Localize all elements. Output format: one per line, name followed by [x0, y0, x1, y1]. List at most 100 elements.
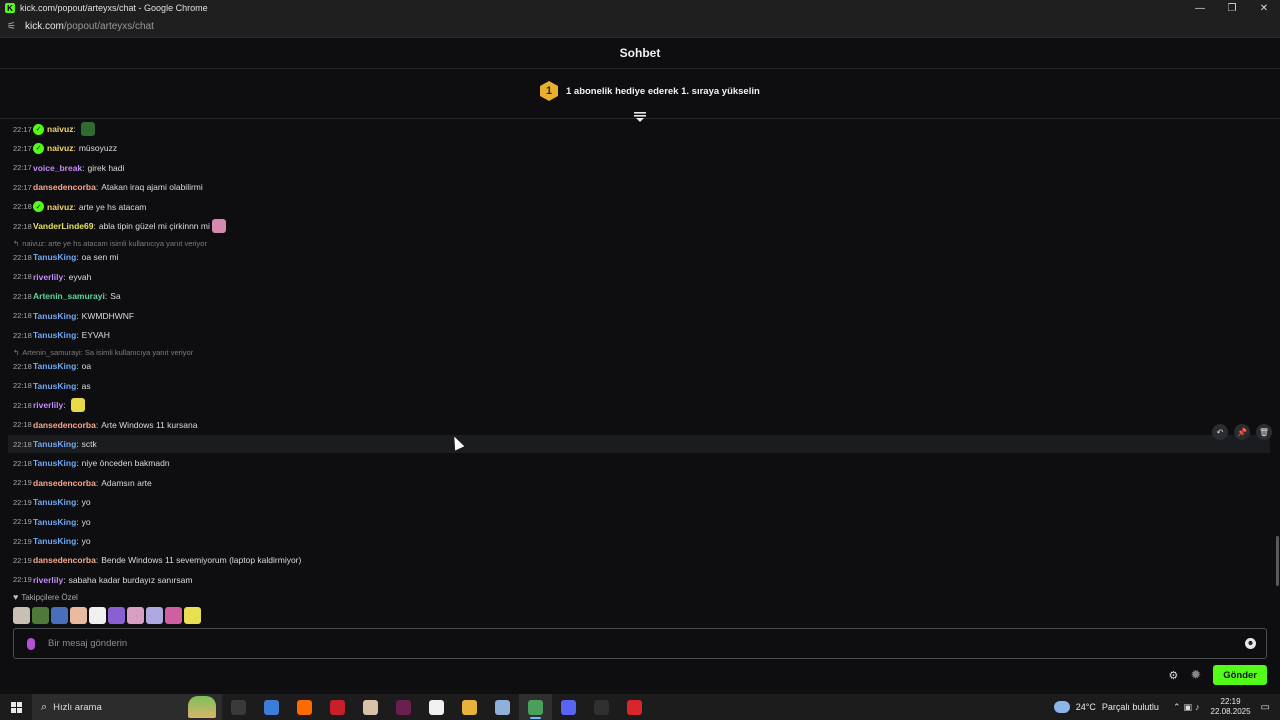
reply-icon[interactable]: ↶ [1212, 424, 1228, 440]
taskbar-app-app-red2[interactable] [618, 694, 651, 720]
follower-emote-icon[interactable] [108, 607, 125, 624]
follower-emote-icon[interactable] [165, 607, 182, 624]
message-username[interactable]: TanusKing [33, 252, 76, 262]
message-username[interactable]: riverlily [33, 575, 63, 585]
message-username[interactable]: VanderLinde69 [33, 221, 93, 231]
address-bar[interactable]: ⚟ kick.com/popout/arteyxs/chat [0, 16, 1280, 38]
taskbar-app-capcut[interactable] [420, 694, 453, 720]
follower-emote-icon[interactable] [184, 607, 201, 624]
chat-emote-icon [70, 398, 85, 413]
message-username[interactable]: naivuz [47, 143, 73, 153]
chat-message[interactable]: 22:18 riverlily: eyvah [8, 268, 1270, 286]
taskbar-clock[interactable]: 22:19 22.08.2025 [1211, 697, 1251, 717]
chat-message-input[interactable] [48, 638, 1198, 649]
chrome-active-icon [528, 699, 543, 715]
taskbar-app-chrome[interactable] [453, 694, 486, 720]
chat-message[interactable]: 22:18 TanusKing: KWMDHWNF [8, 307, 1270, 325]
chat-message[interactable]: 22:18 TanusKing: niye önceden bakmadn [8, 454, 1270, 472]
message-username[interactable]: dansedencorba [33, 182, 96, 192]
weather-widget[interactable]: 24°C Parçalı bulutlu [1053, 701, 1159, 713]
message-username[interactable]: Artenin_samurayi [33, 291, 105, 301]
taskbar-app-illustrator[interactable] [288, 694, 321, 720]
message-username[interactable]: TanusKing [33, 536, 76, 546]
chat-message[interactable]: 22:18 Artenin_samurayi: Sa [8, 287, 1270, 305]
message-username[interactable]: riverlily [33, 272, 63, 282]
chat-message[interactable]: 22:17 ✓ naivuz: müsoyuzz [8, 139, 1270, 157]
follower-emote-icon[interactable] [146, 607, 163, 624]
chat-message[interactable]: 22:19 TanusKing: yo [8, 493, 1270, 511]
taskbar-app-app-blue[interactable] [255, 694, 288, 720]
chat-message[interactable]: 22:18 TanusKing: oa sen mi [8, 248, 1270, 266]
message-time: 22:17 [13, 182, 32, 192]
chat-message[interactable]: 22:18 VanderLinde69: abla tipin güzel mi ç… [8, 217, 1270, 235]
message-username[interactable]: TanusKing [33, 330, 76, 340]
taskbar-app-app-notes[interactable] [486, 694, 519, 720]
message-username[interactable]: dansedencorba [33, 555, 96, 565]
chat-message[interactable]: 22:18 dansedencorba: Arte Windows 11 kursa… [8, 416, 1270, 434]
url-text[interactable]: kick.com/popout/arteyxs/chat [25, 21, 154, 32]
chat-message[interactable]: 22:19 riverlily: sabaha kadar burdayız san… [8, 571, 1270, 589]
follower-emote-icon[interactable] [13, 607, 30, 624]
taskbar-app-task-view[interactable] [222, 694, 255, 720]
message-username[interactable]: TanusKing [33, 497, 76, 507]
capcut-icon [429, 699, 444, 715]
mic-icon[interactable] [27, 637, 35, 650]
notification-icon[interactable]: ▭ [1261, 702, 1270, 713]
chat-message[interactable]: 22:17 ✓ naivuz: [8, 120, 1270, 138]
message-username[interactable]: TanusKing [33, 311, 76, 321]
chat-message[interactable]: 22:17 voice_break: girek hadi [8, 159, 1270, 177]
message-username[interactable]: TanusKing [33, 361, 76, 371]
follower-emote-icon[interactable] [89, 607, 106, 624]
message-username[interactable]: TanusKing [33, 458, 76, 468]
taskbar-app-app-red[interactable] [321, 694, 354, 720]
chat-message[interactable]: 22:18 TanusKing: oa [8, 357, 1270, 375]
message-username[interactable]: voice_break [33, 163, 82, 173]
chat-message[interactable]: 22:19 TanusKing: yo [8, 513, 1270, 531]
chat-message[interactable]: 22:18 TanusKing: EYVAH [8, 326, 1270, 344]
pin-icon[interactable]: 📌 [1234, 424, 1250, 440]
message-text: arte ye hs atacam [78, 201, 147, 212]
message-username[interactable]: naivuz [47, 202, 73, 212]
chat-message[interactable]: 22:18 riverlily: [8, 396, 1270, 414]
send-button[interactable]: Gönder [1213, 665, 1267, 685]
chat-message[interactable]: 22:18 TanusKing: as [8, 377, 1270, 395]
chat-message[interactable]: 22:19 dansedencorba: Bende Windows 11 seve… [8, 551, 1270, 569]
gift-leaderboard-banner[interactable]: 1 1 abonelik hediye ederek 1. sıraya yük… [0, 69, 1280, 122]
close-button[interactable]: ✕ [1248, 0, 1280, 16]
follower-emote-icon[interactable] [51, 607, 68, 624]
chat-message-list[interactable]: 22:17 ✓ naivuz:22:17 ✓ naivuz: müsoyuzz 22:17 v… [0, 120, 1280, 590]
minimize-button[interactable]: — [1184, 0, 1216, 16]
chat-message[interactable]: 22:17 dansedencorba: Atakan iraq ajami ola… [8, 178, 1270, 196]
follower-emote-icon[interactable] [70, 607, 87, 624]
message-username[interactable]: dansedencorba [33, 420, 96, 430]
delete-icon[interactable]: 🗑 [1256, 424, 1272, 440]
message-username[interactable]: riverlily [33, 400, 63, 410]
message-username[interactable]: TanusKing [33, 381, 76, 391]
message-username[interactable]: TanusKing [33, 439, 76, 449]
badge-icon[interactable]: ✹ [1190, 667, 1201, 683]
message-username[interactable]: naivuz [47, 124, 73, 134]
taskbar-app-chrome-active[interactable] [519, 694, 552, 720]
message-username[interactable]: TanusKing [33, 517, 76, 527]
chat-message[interactable]: 22:18 ✓ naivuz: arte ye hs atacam [8, 198, 1270, 216]
tray-icons[interactable]: ⌃▣♪ [1173, 702, 1203, 713]
restore-button[interactable]: ❐ [1216, 0, 1248, 16]
chat-scrollbar[interactable] [1276, 536, 1279, 586]
chat-message[interactable]: 22:19 dansedencorba: Adamsın arte [8, 474, 1270, 492]
start-button[interactable] [0, 694, 32, 720]
site-settings-icon[interactable]: ⚟ [7, 21, 17, 32]
emoji-picker-icon[interactable]: ☻ [1245, 638, 1256, 649]
taskbar-app-app-purple[interactable] [387, 694, 420, 720]
message-username[interactable]: dansedencorba [33, 478, 96, 488]
taskbar-search[interactable]: ⌕ Hızlı arama [32, 694, 222, 720]
window-title: kick.com/popout/arteyxs/chat - Google Ch… [20, 3, 208, 13]
chat-message[interactable]: 22:19 TanusKing: yo [8, 532, 1270, 550]
taskbar-app-discord[interactable] [552, 694, 585, 720]
follower-emote-icon[interactable] [32, 607, 49, 624]
taskbar-app-app-image[interactable] [354, 694, 387, 720]
settings-gear-icon[interactable]: ⚙ [1168, 669, 1178, 682]
taskbar-app-obs[interactable] [585, 694, 618, 720]
follower-emote-icon[interactable] [127, 607, 144, 624]
chat-message[interactable]: 22:18 TanusKing: sctk [8, 435, 1270, 453]
chat-input-box[interactable]: ☻ [13, 628, 1267, 659]
